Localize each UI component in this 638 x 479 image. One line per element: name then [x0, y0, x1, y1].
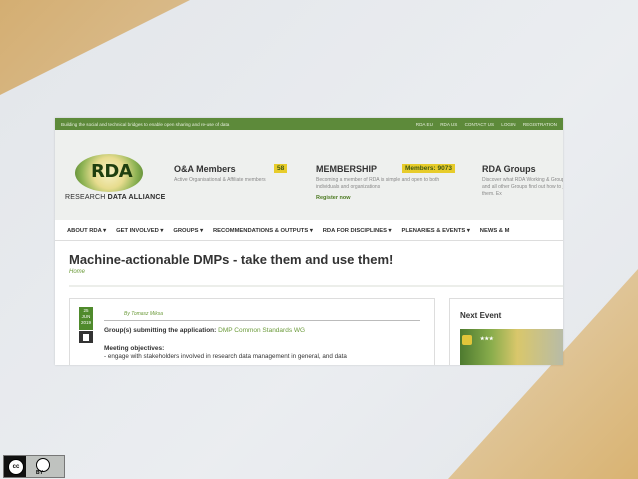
membership-desc: Becoming a member of RDA is simple and o…	[316, 177, 440, 190]
logo-subtitle: RESEARCH DATA ALLIANCE	[65, 194, 166, 201]
main-nav: ABOUT RDA ▾ GET INVOLVED ▾ GROUPS ▾ RECO…	[55, 222, 563, 241]
bookmark-icon	[83, 334, 89, 341]
register-now-link[interactable]: Register now	[316, 195, 456, 201]
oa-members-panel: O&A Members 58 Active Organisational & A…	[174, 164, 288, 184]
nav-news[interactable]: NEWS & M	[480, 228, 510, 234]
oa-members-desc: Active Organisational & Affiliate member…	[174, 177, 266, 183]
rda-groups-panel: RDA Groups Discover what RDA Working & G…	[482, 164, 563, 198]
objectives-label: Meeting objectives:	[104, 345, 165, 352]
site-header: RDA RESEARCH DATA ALLIANCE O&A Members 5…	[55, 130, 563, 220]
link-contact[interactable]: CONTACT US	[465, 122, 494, 127]
oa-members-count: 58	[274, 164, 288, 173]
card-divider	[104, 320, 420, 321]
next-event-title: Next Event	[460, 311, 502, 320]
logo-wordmark: RDA	[91, 161, 133, 182]
link-registration[interactable]: REGISTRATION	[523, 122, 557, 127]
rda-groups-desc: Discover what RDA Working & Groups and a…	[482, 177, 563, 197]
breadcrumb[interactable]: Home	[69, 269, 85, 275]
cc-license-badge[interactable]: cc BY	[3, 455, 65, 478]
nav-plenaries[interactable]: PLENARIES & EVENTS ▾	[401, 228, 469, 234]
nav-recommendations[interactable]: RECOMMENDATIONS & OUTPUTS ▾	[213, 228, 313, 234]
members-count-badge: Members: 9073	[402, 164, 455, 173]
cc-icon: cc	[8, 459, 24, 475]
link-login[interactable]: LOGIN	[501, 122, 515, 127]
groups-line: Group(s) submitting the application: DMP…	[104, 327, 305, 334]
event-banner[interactable]	[460, 329, 563, 365]
oa-members-title[interactable]: O&A Members	[174, 164, 284, 174]
link-rda-us[interactable]: RDA US	[440, 122, 457, 127]
link-rda-eu[interactable]: RDA EU	[416, 122, 433, 127]
tagline: Building the social and technical bridge…	[61, 121, 230, 127]
rda-groups-title[interactable]: RDA Groups	[482, 164, 563, 174]
eu-flag-icon: ★★★	[480, 336, 494, 342]
page-title: Machine-actionable DMPs - take them and …	[69, 252, 394, 267]
rda-small-logo-icon	[462, 335, 472, 345]
nav-get-involved[interactable]: GET INVOLVED ▾	[116, 228, 163, 234]
rda-logo[interactable]: RDA RESEARCH DATA ALLIANCE	[65, 154, 165, 204]
nav-disciplines[interactable]: RDA FOR DISCIPLINES ▾	[323, 228, 392, 234]
bookmark-button[interactable]	[79, 331, 93, 343]
next-event-panel: Next Event ★★★	[449, 298, 563, 365]
post-card: 25 JUN 2019 By Tomasz Miksa Group(s) sub…	[69, 298, 435, 365]
post-author: By Tomasz Miksa	[124, 311, 163, 317]
post-date: 25 JUN 2019	[79, 307, 93, 330]
cc-by-label: BY	[36, 470, 43, 476]
top-links: RDA EU RDA US CONTACT US LOGIN REGISTRAT…	[410, 122, 557, 127]
membership-panel: MEMBERSHIP Members: 9073 Becoming a memb…	[316, 164, 456, 201]
group-link[interactable]: DMP Common Standards WG	[218, 327, 305, 334]
top-bar: Building the social and technical bridge…	[55, 118, 563, 130]
cc-by-area: BY	[26, 456, 64, 477]
divider	[69, 285, 563, 287]
objectives-text: - engage with stakeholders involved in r…	[104, 353, 347, 360]
website-screenshot: Building the social and technical bridge…	[55, 118, 563, 365]
nav-groups[interactable]: GROUPS ▾	[173, 228, 203, 234]
nav-about-rda[interactable]: ABOUT RDA ▾	[67, 228, 106, 234]
groups-label: Group(s) submitting the application:	[104, 327, 217, 334]
